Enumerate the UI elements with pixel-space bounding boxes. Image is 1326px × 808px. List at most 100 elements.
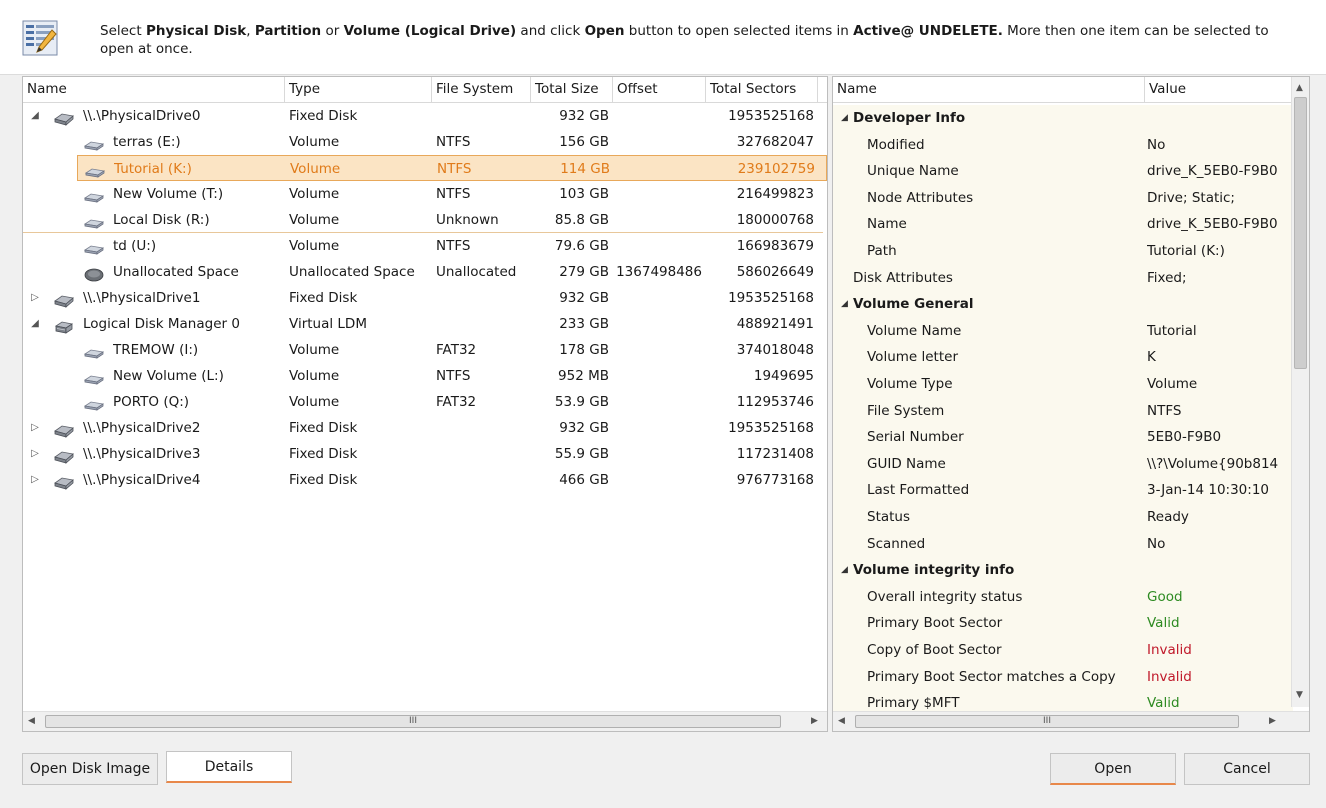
table-row[interactable]: New Volume (T:) Volume NTFS 103 GB 216499823 — [23, 181, 823, 207]
details-button[interactable]: Details — [166, 751, 292, 783]
property-row[interactable]: Copy of Boot Sector Invalid — [833, 637, 1293, 664]
column-header-file-system[interactable]: File System — [432, 77, 531, 103]
property-value: K — [1147, 349, 1156, 366]
property-row[interactable]: Name drive_K_5EB0-F9B0 — [833, 211, 1293, 238]
cell-sectors: 586026649 — [736, 264, 814, 280]
property-row[interactable]: Primary Boot Sector matches a Copy Invali… — [833, 663, 1293, 691]
expand-arrow-icon[interactable]: ▷ — [29, 467, 41, 493]
column-header-total-size[interactable]: Total Size — [531, 77, 613, 103]
property-row[interactable]: Overall integrity status Good — [833, 583, 1293, 611]
property-row[interactable]: Primary Boot Sector Valid — [833, 610, 1293, 637]
property-name: Node Attributes — [867, 189, 974, 206]
column-header-offset[interactable]: Offset — [613, 77, 706, 103]
collapse-group-icon[interactable]: ◢ — [841, 557, 848, 584]
scroll-up-arrow-icon[interactable]: ▲ — [1296, 83, 1303, 93]
scroll-right-arrow-icon[interactable]: ▶ — [1269, 716, 1276, 726]
table-row[interactable]: ▷ \\.\PhysicalDrive1 Fixed Disk 932 GB 19535… — [23, 285, 823, 311]
cell-offset: 1367498486 — [616, 264, 702, 280]
cell-type: Volume — [289, 212, 340, 228]
expand-arrow-icon[interactable]: ▷ — [29, 441, 41, 467]
column-header-type[interactable]: Type — [285, 77, 432, 103]
cell-sectors: 976773168 — [736, 472, 814, 488]
properties-horizontal-scrollbar[interactable]: ◀ III ▶ — [833, 711, 1309, 731]
property-row[interactable]: File System NTFS — [833, 397, 1293, 425]
collapse-group-icon[interactable]: ◢ — [841, 105, 848, 132]
property-row[interactable]: Modified No — [833, 131, 1293, 159]
collapse-group-icon[interactable]: ◢ — [841, 291, 848, 318]
property-value: Drive; Static; — [1147, 189, 1235, 206]
open-button[interactable]: Open — [1050, 753, 1176, 785]
cell-size: 156 GB — [559, 134, 609, 150]
property-group[interactable]: ◢ Developer Info — [833, 105, 1293, 132]
cell-name: \\.\PhysicalDrive1 — [83, 290, 201, 306]
property-column-name[interactable]: Name — [833, 77, 1145, 103]
table-row[interactable]: td (U:) Volume NTFS 79.6 GB 166983679 — [23, 233, 823, 259]
property-name: Path — [867, 243, 897, 259]
scroll-down-arrow-icon[interactable]: ▼ — [1296, 690, 1303, 700]
left-horizontal-scrollbar[interactable]: ◀ III ▶ — [23, 711, 827, 731]
left-hscroll-thumb[interactable]: III — [45, 715, 781, 728]
cell-size: 103 GB — [559, 186, 609, 202]
volume-icon — [83, 187, 105, 203]
scroll-left-arrow-icon[interactable]: ◀ — [28, 716, 35, 726]
table-row[interactable]: ◢ \\.\PhysicalDrive0 Fixed Disk 932 GB 19535… — [23, 103, 823, 129]
column-header-total-sectors[interactable]: Total Sectors — [706, 77, 818, 103]
scroll-left-arrow-icon[interactable]: ◀ — [838, 716, 845, 726]
cell-name: New Volume (L:) — [113, 368, 224, 384]
table-row-selected[interactable]: Tutorial (K:) Volume NTFS 114 GB 239102759 — [77, 155, 827, 181]
cancel-button[interactable]: Cancel — [1184, 753, 1310, 785]
property-row[interactable]: Volume Name Tutorial — [833, 317, 1293, 345]
cell-size: 79.6 GB — [554, 238, 609, 254]
property-name: Primary Boot Sector — [867, 615, 1003, 632]
table-row[interactable]: ▷ \\.\PhysicalDrive2 Fixed Disk 932 GB 19535… — [23, 415, 823, 441]
cell-sectors: 180000768 — [736, 212, 814, 228]
property-group[interactable]: ◢ Volume integrity info — [833, 557, 1293, 584]
property-row[interactable]: Volume letter K — [833, 344, 1293, 371]
column-header-name[interactable]: Name — [23, 77, 285, 103]
table-row[interactable]: TREMOW (I:) Volume FAT32 178 GB 374018048 — [23, 337, 823, 363]
disk-table[interactable]: Name Type File System Total Size Offset … — [22, 76, 828, 732]
property-row[interactable]: Path Tutorial (K:) — [833, 238, 1293, 265]
property-row[interactable]: Serial Number 5EB0-F9B0 — [833, 424, 1293, 451]
table-row[interactable]: Local Disk (R:) Volume Unknown 85.8 GB 18000… — [23, 207, 823, 233]
cell-sectors: 1953525168 — [728, 420, 814, 436]
cell-fs: NTFS — [436, 134, 471, 150]
property-value: No — [1147, 535, 1166, 552]
property-column-value[interactable]: Value — [1145, 77, 1293, 103]
scroll-right-arrow-icon[interactable]: ▶ — [811, 716, 818, 726]
property-value: 5EB0-F9B0 — [1147, 429, 1222, 446]
collapse-arrow-icon[interactable]: ◢ — [29, 103, 41, 129]
properties-vertical-scrollbar[interactable]: ▲ ▼ — [1291, 77, 1309, 707]
properties-grid[interactable]: Name Value ◢ Developer Info Modified No Uniq… — [832, 76, 1310, 732]
table-row[interactable]: Unallocated Space Unallocated Space Unallo… — [23, 259, 823, 285]
table-row[interactable]: ▷ \\.\PhysicalDrive4 Fixed Disk 466 GB 97677… — [23, 467, 823, 493]
property-row[interactable]: Volume Type Volume — [833, 371, 1293, 398]
table-row[interactable]: terras (E:) Volume NTFS 156 GB 327682047 — [23, 129, 823, 155]
table-row[interactable]: ◢ Logical Disk Manager 0 Virtual LDM 233 GB… — [23, 311, 823, 337]
property-row[interactable]: Disk Attributes Fixed; — [833, 264, 1293, 292]
property-row[interactable]: Last Formatted 3-Jan-14 10:30:10 — [833, 477, 1293, 504]
open-disk-image-button[interactable]: Open Disk Image — [22, 753, 158, 785]
cell-size: 178 GB — [559, 342, 609, 358]
table-row[interactable]: PORTO (Q:) Volume FAT32 53.9 GB 112953746 — [23, 389, 823, 415]
volume-icon — [83, 213, 105, 229]
expand-arrow-icon[interactable]: ▷ — [29, 285, 41, 311]
property-row[interactable]: Status Ready — [833, 504, 1293, 531]
property-row[interactable]: GUID Name \\?\Volume{90b814 — [833, 450, 1293, 478]
properties-hscroll-thumb[interactable]: III — [855, 715, 1239, 728]
property-name: File System — [867, 402, 945, 419]
volume-icon — [83, 239, 105, 255]
property-row[interactable]: Node Attributes Drive; Static; — [833, 184, 1293, 212]
physical-disk-icon — [53, 291, 75, 308]
property-value: Invalid — [1147, 668, 1192, 685]
instruction-fragment: or — [321, 23, 344, 39]
table-row[interactable]: ▷ \\.\PhysicalDrive3 Fixed Disk 55.9 GB 1172… — [23, 441, 823, 467]
property-row[interactable]: Scanned No — [833, 530, 1293, 558]
table-row[interactable]: New Volume (L:) Volume NTFS 952 MB 1949695 — [23, 363, 823, 389]
cell-sectors: 1953525168 — [728, 290, 814, 306]
expand-arrow-icon[interactable]: ▷ — [29, 415, 41, 441]
properties-vscroll-thumb[interactable] — [1294, 97, 1307, 369]
property-row[interactable]: Unique Name drive_K_5EB0-F9B0 — [833, 158, 1293, 185]
collapse-arrow-icon[interactable]: ◢ — [29, 311, 41, 337]
property-group[interactable]: ◢ Volume General — [833, 291, 1293, 318]
